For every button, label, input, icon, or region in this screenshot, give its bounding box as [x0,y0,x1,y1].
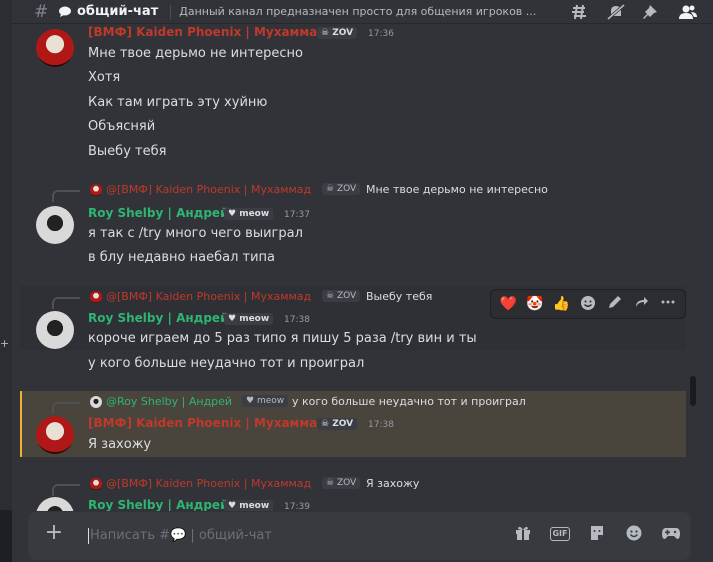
user-panel [0,510,12,562]
reply-text: Я захожу [366,477,420,490]
reply-avatar [90,396,102,408]
pin-icon[interactable] [641,4,663,20]
add-server-icon[interactable]: + [0,337,9,350]
reply-role-tag-label: meow [256,396,285,406]
message-text: Выебу тебя [88,144,167,159]
header-divider [170,4,172,19]
hash-icon: # [34,1,49,22]
chat-bubble-icon [59,6,71,17]
activity-icon[interactable] [661,524,681,544]
message-author[interactable]: [ВМФ] Kaiden Phoenix | Мухаммад [88,416,327,430]
message-text: Объясняй [88,119,156,134]
attach-plus-icon[interactable]: + [42,522,66,546]
channel-topic[interactable]: Данный канал предназначен просто для общ… [179,5,539,18]
edit-icon[interactable] [605,294,625,314]
reply-avatar [90,478,102,490]
role-tag-label: ZOV [332,28,354,38]
reply-avatar [90,184,102,196]
message-text: короче играем до 5 раз типо я пишу 5 раз… [88,331,477,346]
message-author[interactable]: Roy Shelby | Андрей [88,206,228,220]
reply-author[interactable]: @[ВМФ] Kaiden Phoenix | Мухаммад [106,290,311,303]
composer-toolbar: GIF [496,524,681,544]
message-author[interactable]: Roy Shelby | Андрей [88,498,228,511]
role-tag: ☠ ZOV [317,27,358,39]
message-list: [ВМФ] Kaiden Phoenix | Мухаммад ☠ ZOV 17… [12,25,698,511]
members-icon[interactable] [677,4,699,20]
mute-icon[interactable] [605,3,627,21]
header-toolbar [569,0,713,24]
message-text: я так с /try много чего выиграл [88,226,303,241]
avatar[interactable] [36,311,74,349]
message-author[interactable]: Roy Shelby | Андрей [88,311,228,325]
more-options-icon[interactable] [658,294,678,314]
reply-spine [52,402,80,414]
role-tag-label: meow [239,314,270,324]
avatar[interactable] [36,497,74,511]
reply-avatar [90,291,102,303]
reply-role-tag-label: ZOV [336,291,357,301]
reaction-clown[interactable]: 🤡 [525,294,545,314]
role-tag-label: ZOV [332,419,354,429]
message-text: в блу недавно наебал типа [88,250,276,265]
reply-preview[interactable]: @Roy Shelby | Андрей ♥ meow у кого больш… [52,394,592,414]
message-input[interactable]: Написать #💬 | общий-чат [90,528,272,543]
text-caret [88,528,89,544]
reply-arrow-icon[interactable] [631,294,651,314]
avatar[interactable] [36,206,74,244]
role-tag-label: meow [239,501,270,511]
message-text: Хотя [88,70,121,85]
reply-preview[interactable]: @[ВМФ] Kaiden Phoenix | Мухаммад ☠ ZOV Я… [52,476,492,496]
message-text: у кого больше неудачно тот и проиграл [88,356,365,371]
message-text: Мне твое дерьмо не интересно [88,46,303,61]
role-tag: ♥ meow [224,313,274,325]
reply-text: у кого больше неудачно тот и проиграл [292,395,526,408]
reply-role-tag: ☠ ZOV [322,290,361,302]
message-composer: + Написать #💬 | общий-чат GIF [28,512,691,560]
message-time: 17:36 [368,29,394,39]
role-tag: ♥ meow [224,500,274,511]
channel-header: # общий-чат Данный канал предназначен пр… [12,0,713,24]
reply-author[interactable]: @[ВМФ] Kaiden Phoenix | Мухаммад [106,477,311,490]
message-text: Я захожу [88,437,152,452]
reply-role-tag-label: ZOV [336,184,357,194]
sticker-icon[interactable] [587,524,607,544]
threads-icon[interactable] [569,4,591,20]
gif-icon[interactable]: GIF [550,527,570,541]
message-author[interactable]: [ВМФ] Kaiden Phoenix | Мухаммад [88,25,327,39]
avatar[interactable] [36,416,74,454]
message-time: 17:38 [284,315,310,325]
emoji-icon[interactable] [624,524,644,544]
role-tag-label: meow [239,209,270,219]
reply-preview[interactable]: @[ВМФ] Kaiden Phoenix | Мухаммад ☠ ZOV М… [52,182,592,202]
reaction-thumbs-up[interactable]: 👍 [551,294,571,314]
scrollbar-thumb[interactable] [690,376,696,406]
message-time: 17:38 [368,420,394,430]
message-time: 17:39 [284,502,310,511]
reply-spine [52,297,80,309]
discord-app: + # общий-чат Данный канал предназначен … [0,0,713,562]
reply-author[interactable]: @[ВМФ] Kaiden Phoenix | Мухаммад [106,183,311,196]
reaction-heart[interactable]: ❤️ [498,294,518,314]
message-actions-bar: ❤️ 🤡 👍 [490,289,686,319]
reply-author[interactable]: @Roy Shelby | Андрей [106,395,232,408]
reply-spine [52,484,80,496]
reply-spine [52,190,80,202]
server-rail: + [0,0,12,562]
message-text: Как там играть эту хуйню [88,95,268,110]
reply-role-tag: ☠ ZOV [322,477,361,489]
reply-text: Мне твое дерьмо не интересно [366,183,548,196]
role-tag: ☠ ZOV [317,418,358,430]
reply-role-tag: ♥ meow [242,395,289,407]
role-tag: ♥ meow [224,208,274,220]
message-time: 17:37 [284,210,310,220]
channel-name: общий-чат [77,4,159,19]
avatar[interactable] [36,29,74,67]
reply-preview[interactable]: @[ВМФ] Kaiden Phoenix | Мухаммад ☠ ZOV В… [52,289,492,309]
reply-text: Выебу тебя [366,290,433,303]
reply-role-tag: ☠ ZOV [322,183,361,195]
reply-role-tag-label: ZOV [336,478,357,488]
add-reaction-icon[interactable] [578,294,598,314]
gift-icon[interactable] [513,524,533,544]
